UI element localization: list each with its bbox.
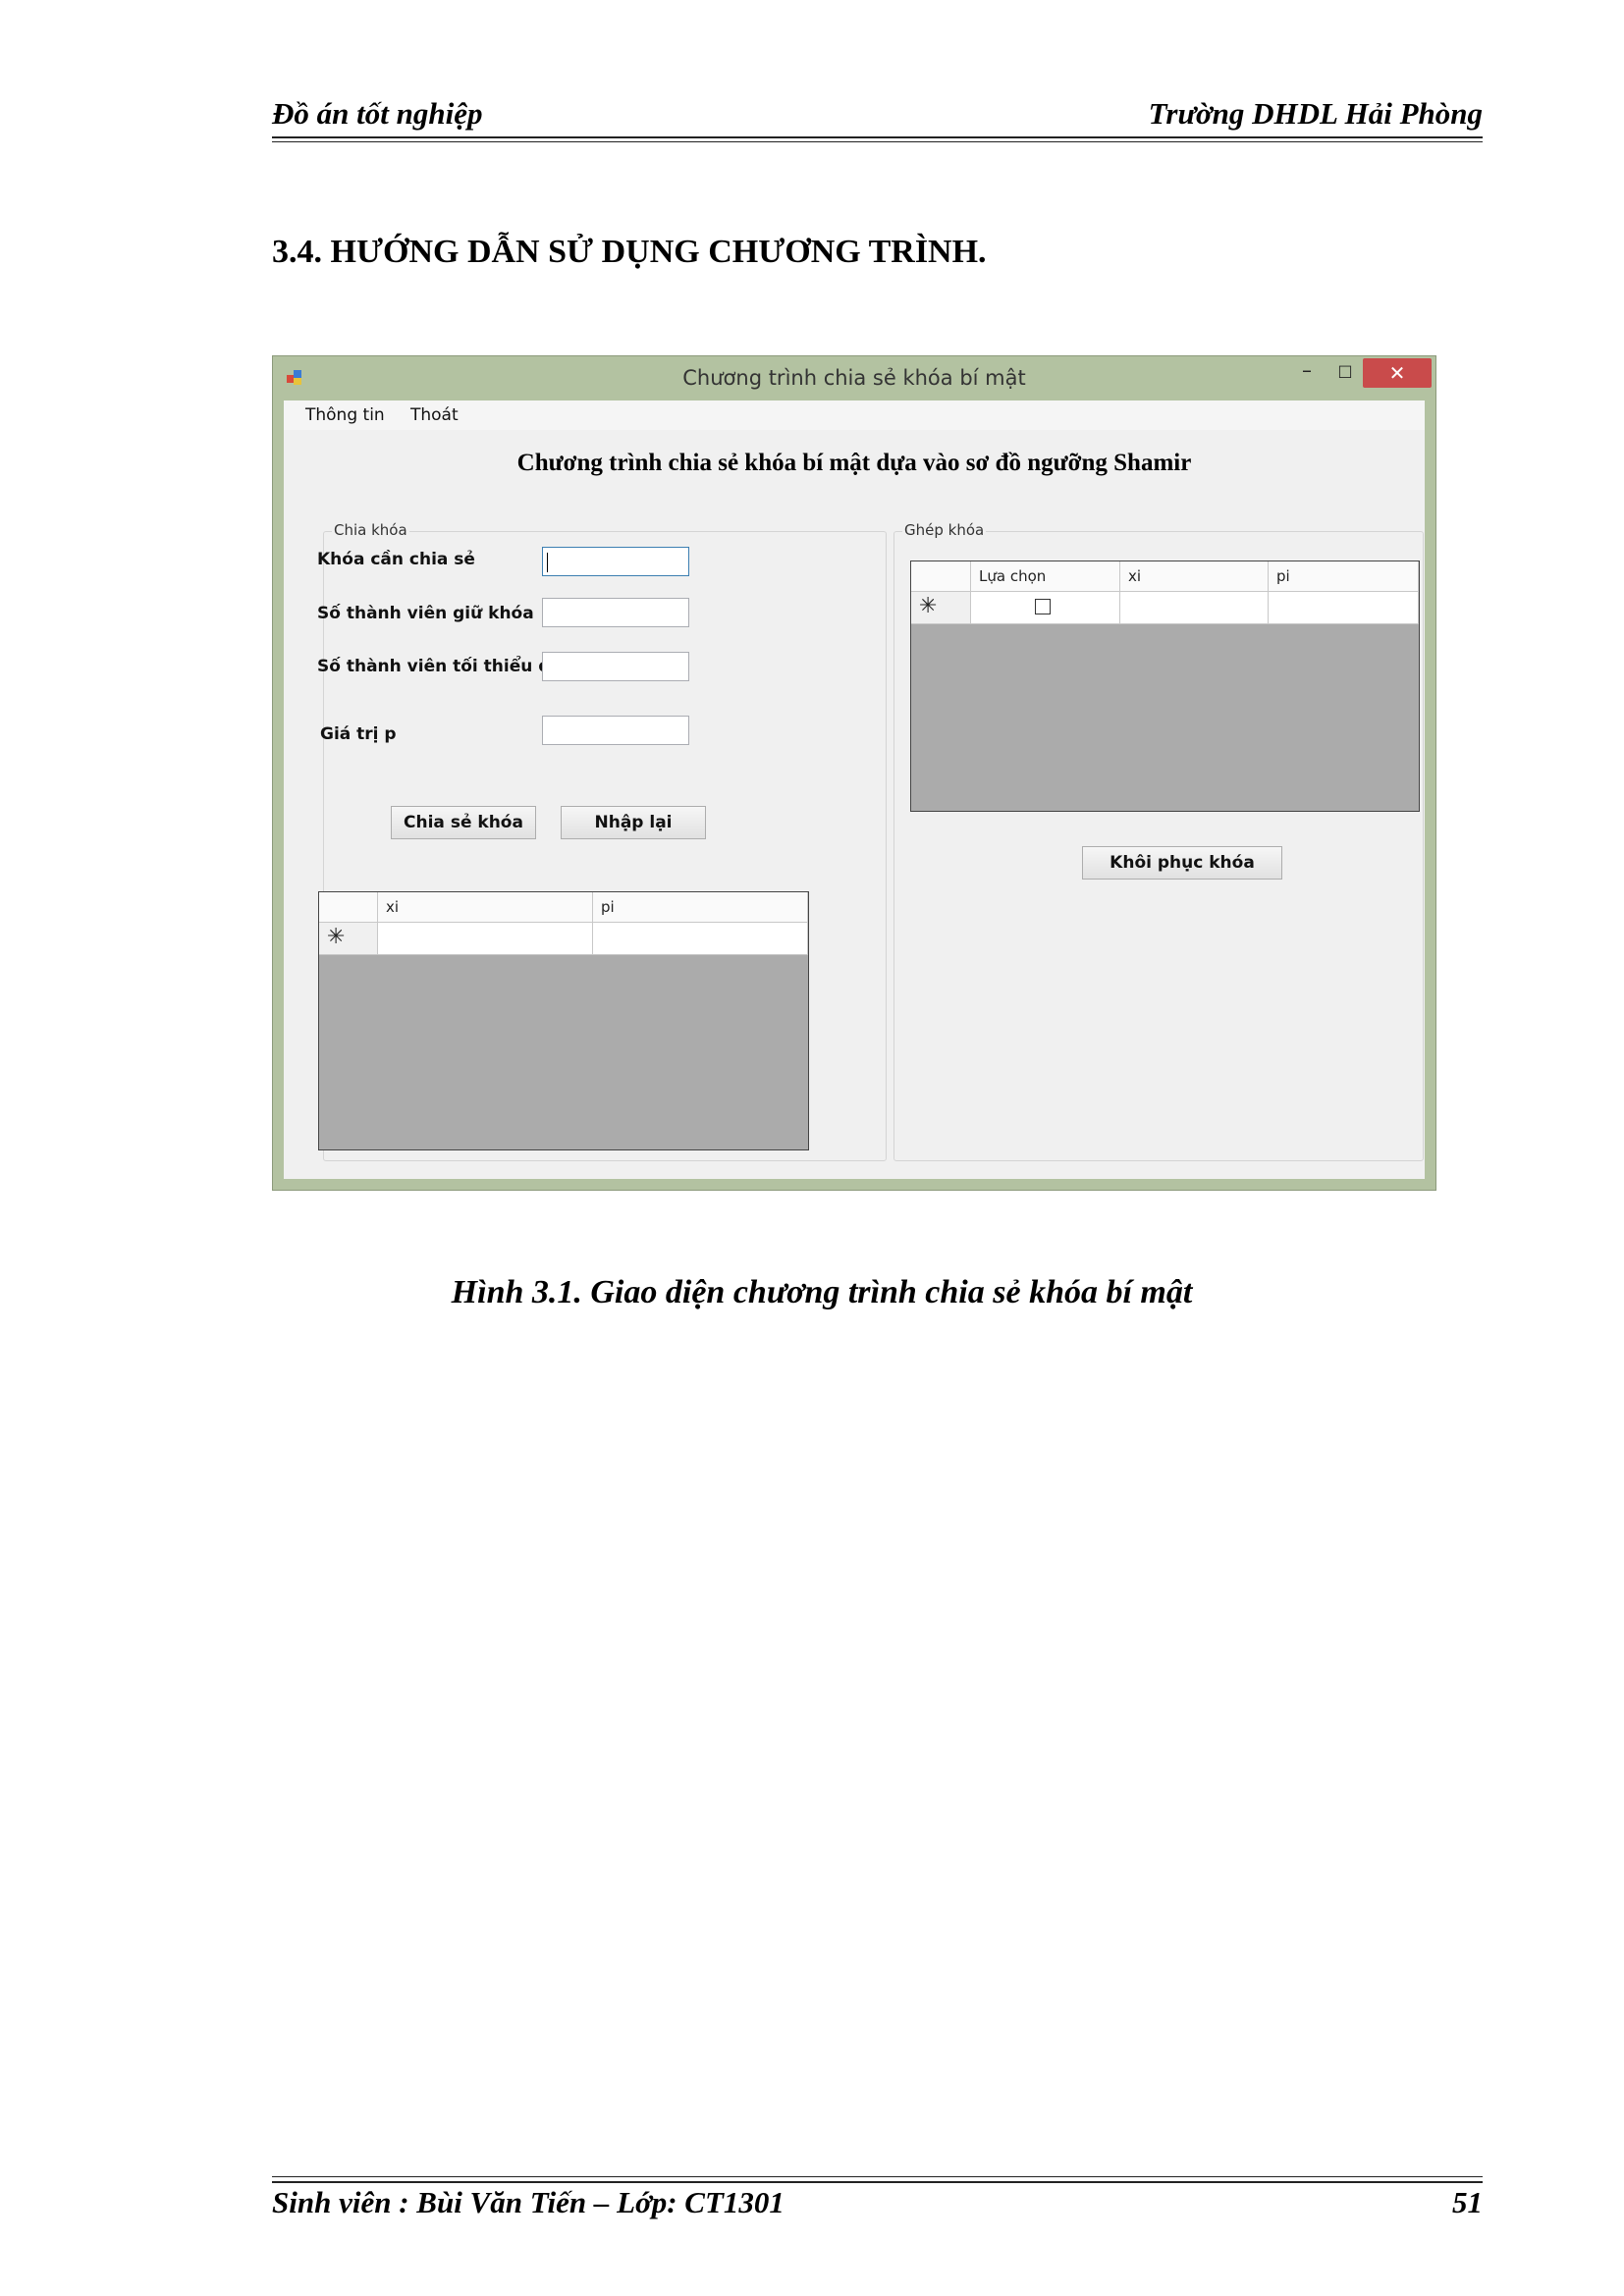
new-row-star-icon: ✳ (919, 594, 938, 618)
table-row[interactable]: ✳ (319, 923, 808, 955)
window-titlebar[interactable]: Chương trình chia sẻ khóa bí mật – □ ✕ (273, 356, 1435, 400)
threshold-input[interactable] (542, 652, 689, 681)
column-header-pi[interactable]: pi (1269, 561, 1419, 592)
menu-item-info[interactable]: Thông tin (305, 405, 385, 425)
combine-group-label: Ghép khóa (902, 521, 987, 539)
grid-corner-cell (911, 561, 971, 592)
app-icon (287, 370, 302, 386)
holders-count-label: Số thành viên giữ khóa (317, 604, 534, 623)
column-header-xi[interactable]: xi (378, 892, 593, 923)
recover-key-button[interactable]: Khôi phục khóa (1082, 846, 1282, 880)
secret-key-input[interactable] (542, 547, 689, 576)
column-header-pi[interactable]: pi (593, 892, 808, 923)
footer-student-text: Sinh viên : Bùi Văn Tiến – Lớp: CT1301 (272, 2185, 785, 2219)
form-title: Chương trình chia sẻ khóa bí mật dựa vào… (516, 450, 1192, 476)
app-window: Chương trình chia sẻ khóa bí mật – □ ✕ T… (272, 355, 1436, 1191)
share-group-label: Chia khóa (332, 521, 409, 539)
select-checkbox[interactable] (1035, 599, 1051, 614)
menu-bar: Thông tin Thoát (284, 400, 1425, 430)
prime-p-input[interactable] (542, 716, 689, 745)
close-button[interactable]: ✕ (1363, 358, 1432, 388)
maximize-button[interactable]: □ (1323, 358, 1368, 388)
combine-grid[interactable]: Lựa chọn xi pi ✳ (910, 561, 1420, 812)
new-row-header[interactable]: ✳ (911, 592, 971, 624)
menu-item-exit[interactable]: Thoát (410, 405, 459, 425)
grid-header-row: xi pi (319, 892, 808, 923)
cell-pi[interactable] (593, 923, 808, 955)
cell-select[interactable] (971, 592, 1120, 624)
footer-rule-thin (272, 2176, 1483, 2177)
secret-key-label: Khóa cần chia sẻ (317, 550, 475, 569)
reset-button[interactable]: Nhập lại (561, 806, 706, 839)
window-client-area: Thông tin Thoát Chương trình chia sẻ khó… (284, 400, 1425, 1179)
combine-key-group: Ghép khóa Lựa chọn xi pi ✳ Khôi phục khó… (893, 521, 1424, 1161)
table-row[interactable]: ✳ (911, 592, 1419, 624)
column-header-select[interactable]: Lựa chọn (971, 561, 1120, 592)
share-key-button[interactable]: Chia sẻ khóa (391, 806, 536, 839)
figure-caption: Hình 3.1. Giao diện chương trình chia sẻ… (451, 1274, 1193, 1310)
grid-corner-cell (319, 892, 378, 923)
header-left-text: Đồ án tốt nghiệp (272, 96, 483, 131)
header-rule (272, 136, 1483, 138)
prime-p-label: Giá trị p (320, 724, 397, 744)
column-header-xi[interactable]: xi (1120, 561, 1269, 592)
cell-xi[interactable] (378, 923, 593, 955)
holders-count-input[interactable] (542, 598, 689, 627)
text-caret (547, 553, 548, 572)
window-title: Chương trình chia sẻ khóa bí mật (682, 366, 1026, 390)
share-key-group: Chia khóa Khóa cần chia sẻ Số thành viên… (317, 521, 887, 1161)
shares-grid[interactable]: xi pi ✳ (318, 891, 809, 1150)
footer-rule (272, 2181, 1483, 2183)
page-number: 51 (1452, 2185, 1483, 2219)
cell-pi[interactable] (1269, 592, 1419, 624)
new-row-star-icon: ✳ (327, 925, 346, 949)
header-rule-thin (272, 141, 1483, 142)
new-row-header[interactable]: ✳ (319, 923, 378, 955)
section-title: 3.4. HƯỚNG DẪN SỬ DỤNG CHƯƠNG TRÌNH. (272, 234, 987, 270)
grid-header-row: Lựa chọn xi pi (911, 561, 1419, 592)
header-right-text: Trường DHDL Hải Phòng (1148, 96, 1483, 131)
cell-xi[interactable] (1120, 592, 1269, 624)
